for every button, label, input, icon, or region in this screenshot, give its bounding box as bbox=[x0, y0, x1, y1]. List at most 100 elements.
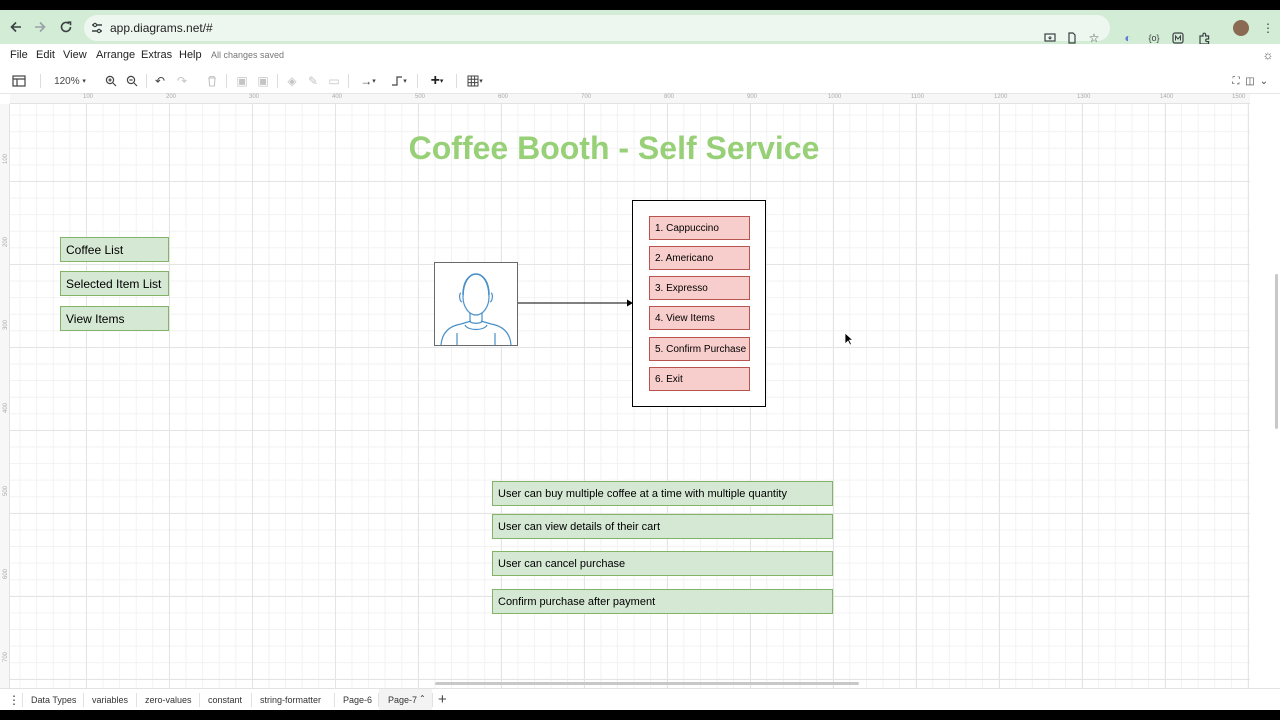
url-text: app.diagrams.net/# bbox=[110, 21, 213, 35]
back-arrow-icon[interactable] bbox=[6, 17, 26, 37]
shape-label: 6. Exit bbox=[655, 373, 683, 385]
menu-option-1[interactable]: 1. Cappuccino bbox=[649, 216, 750, 240]
shape-label: User can cancel purchase bbox=[498, 557, 626, 570]
ruler-tick: 700 bbox=[3, 651, 10, 663]
fill-color-icon[interactable]: ◈ bbox=[285, 73, 299, 89]
toolbar-divider bbox=[277, 74, 278, 88]
shape-label: View Items bbox=[66, 311, 125, 326]
requirement-4[interactable]: Confirm purchase after payment bbox=[492, 589, 833, 614]
to-front-icon[interactable]: ▣ bbox=[235, 73, 249, 89]
shape-label: Coffee List bbox=[66, 242, 124, 257]
menu-help[interactable]: Help bbox=[179, 49, 202, 61]
tab-constant[interactable]: constant bbox=[208, 695, 242, 705]
menu-view[interactable]: View bbox=[63, 49, 87, 61]
site-settings-icon[interactable] bbox=[90, 21, 104, 35]
table-icon[interactable]: ▾ bbox=[463, 73, 487, 89]
ruler-tick: 400 bbox=[3, 402, 10, 414]
ruler-tick: 500 bbox=[415, 94, 426, 100]
collapse-icon[interactable]: ⌄ bbox=[1258, 73, 1270, 89]
toolbar: 120% ▾ ↶ ↷ ▣ ▣ ◈ ✎ ▭ → ▾ ▾ + ▾ ▾ ⛶ ◫ ⌄ bbox=[0, 68, 1280, 94]
redo-icon[interactable]: ↷ bbox=[175, 73, 189, 89]
waypoints-icon[interactable]: ▾ bbox=[387, 73, 411, 89]
tab-variables[interactable]: variables bbox=[92, 695, 128, 705]
shape-view-items[interactable]: View Items bbox=[60, 306, 169, 331]
theme-icon[interactable]: ☼ bbox=[1260, 47, 1276, 63]
pages-menu-icon[interactable]: ⋮ bbox=[8, 693, 20, 707]
insert-plus-icon[interactable]: + ▾ bbox=[425, 72, 449, 89]
ruler-tick: 600 bbox=[3, 568, 10, 580]
zoom-select[interactable]: 120% ▾ bbox=[50, 73, 90, 89]
format-panel-icon[interactable] bbox=[8, 73, 30, 89]
menu-arrange[interactable]: Arrange bbox=[96, 49, 135, 61]
to-back-icon[interactable]: ▣ bbox=[256, 73, 270, 89]
zoom-out-icon[interactable] bbox=[125, 73, 139, 89]
ruler-tick: 600 bbox=[498, 94, 509, 100]
zoom-in-icon[interactable] bbox=[104, 73, 118, 89]
chevron-down-icon: ▾ bbox=[82, 78, 86, 85]
diagram-title[interactable]: Coffee Booth - Self Service bbox=[390, 130, 838, 167]
menu-option-3[interactable]: 3. Expresso bbox=[649, 276, 750, 300]
shape-selected-item-list[interactable]: Selected Item List bbox=[60, 271, 169, 296]
browser-toolbar: app.diagrams.net/# ☆ ◐ {o} ⋮ bbox=[0, 10, 1280, 45]
menu-option-2[interactable]: 2. Americano bbox=[649, 246, 750, 270]
user-icon bbox=[440, 273, 512, 346]
delete-icon[interactable] bbox=[205, 73, 219, 89]
menu-file[interactable]: File bbox=[10, 49, 28, 61]
zoom-value: 120% bbox=[54, 75, 80, 87]
more-vert-icon[interactable]: ⋮ bbox=[1260, 20, 1276, 36]
ruler-tick: 800 bbox=[664, 94, 675, 100]
ruler-tick: 200 bbox=[3, 236, 10, 248]
shape-coffee-list[interactable]: Coffee List bbox=[60, 237, 169, 262]
shadow-icon[interactable]: ▭ bbox=[327, 73, 341, 89]
tab-divider bbox=[136, 693, 137, 707]
app-window: app.diagrams.net/# ☆ ◐ {o} ⋮ File Edit V… bbox=[0, 10, 1280, 710]
toolbar-divider bbox=[348, 74, 349, 88]
user-shape[interactable] bbox=[434, 262, 518, 346]
ruler-tick: 1200 bbox=[994, 94, 1008, 100]
shape-label: User can buy multiple coffee at a time w… bbox=[498, 487, 787, 500]
tab-page-6[interactable]: Page-6 bbox=[343, 695, 372, 705]
requirement-2[interactable]: User can view details of their cart bbox=[492, 514, 833, 539]
ruler-tick: 200 bbox=[166, 94, 177, 100]
tab-divider bbox=[334, 693, 335, 707]
connection-icon[interactable]: → ▾ bbox=[356, 73, 380, 89]
tab-data-types[interactable]: Data Types bbox=[31, 695, 76, 705]
chevron-up-icon[interactable]: ⌃ bbox=[419, 694, 426, 703]
shape-label: User can view details of their cart bbox=[498, 520, 661, 533]
add-page-icon[interactable]: + bbox=[438, 691, 447, 708]
address-bar[interactable]: app.diagrams.net/# bbox=[84, 15, 1110, 41]
menu-option-5[interactable]: 5. Confirm Purchase bbox=[649, 337, 750, 361]
ruler-tick: 700 bbox=[581, 94, 592, 100]
vertical-scrollbar[interactable] bbox=[1250, 104, 1280, 689]
tab-divider bbox=[432, 693, 433, 707]
profile-avatar[interactable] bbox=[1233, 20, 1249, 36]
menu-bar: File Edit View Arrange Extras Help All c… bbox=[0, 44, 1280, 66]
requirement-1[interactable]: User can buy multiple coffee at a time w… bbox=[492, 481, 833, 506]
undo-icon[interactable]: ↶ bbox=[153, 73, 167, 89]
menu-extras[interactable]: Extras bbox=[141, 49, 172, 61]
menu-option-4[interactable]: 4. View Items bbox=[649, 306, 750, 330]
vertical-ruler: 100 200 300 400 500 600 700 bbox=[0, 104, 10, 689]
connector-arrow[interactable] bbox=[518, 297, 636, 309]
forward-arrow-icon[interactable] bbox=[30, 17, 50, 37]
tab-page-7[interactable]: Page-7 ⌃ bbox=[379, 689, 432, 710]
ruler-tick: 900 bbox=[747, 94, 758, 100]
ruler-tick: 300 bbox=[3, 319, 10, 331]
ruler-tick: 100 bbox=[3, 153, 10, 165]
tab-divider bbox=[83, 693, 84, 707]
tab-zero-values[interactable]: zero-values bbox=[145, 695, 192, 705]
format-toggle-icon[interactable]: ◫ bbox=[1244, 73, 1256, 89]
menu-option-6[interactable]: 6. Exit bbox=[649, 367, 750, 391]
ruler-tick: 1100 bbox=[911, 94, 924, 100]
toolbar-divider bbox=[456, 74, 457, 88]
horizontal-ruler: 100 200 300 400 500 600 700 800 900 1000… bbox=[10, 94, 1250, 104]
fullscreen-icon[interactable]: ⛶ bbox=[1230, 73, 1242, 89]
reload-icon[interactable] bbox=[56, 17, 76, 37]
shape-label: Selected Item List bbox=[66, 276, 162, 291]
requirement-3[interactable]: User can cancel purchase bbox=[492, 551, 833, 576]
menu-edit[interactable]: Edit bbox=[36, 49, 55, 61]
scroll-thumb[interactable] bbox=[1275, 274, 1278, 429]
horizontal-scrollbar[interactable] bbox=[435, 682, 859, 685]
tab-string-formatter[interactable]: string-formatter bbox=[260, 695, 321, 705]
line-color-icon[interactable]: ✎ bbox=[306, 73, 320, 89]
